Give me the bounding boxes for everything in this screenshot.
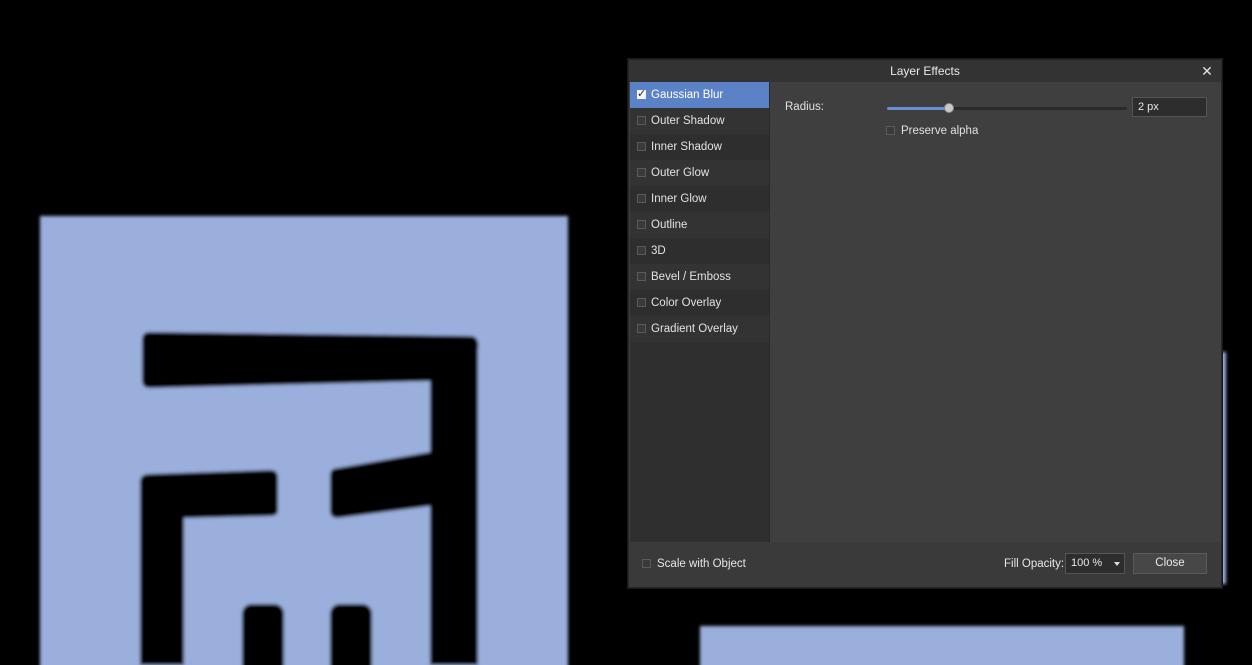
radius-slider[interactable]	[887, 103, 1127, 113]
effect-label: Gaussian Blur	[651, 89, 724, 101]
effect-label: Inner Shadow	[651, 141, 722, 153]
dialog-footer: Scale with Object Fill Opacity: 100 % Cl…	[629, 542, 1221, 587]
fill-opacity-label: Fill Opacity:	[1004, 558, 1065, 570]
effect-label: Gradient Overlay	[651, 323, 738, 335]
blue-tile-bottom	[700, 626, 1184, 665]
close-icon[interactable]: ✕	[1199, 63, 1215, 79]
checkbox-inner-glow[interactable]	[637, 194, 646, 203]
checkbox-outline[interactable]	[637, 220, 646, 229]
effect-label: 3D	[651, 245, 666, 257]
effect-item-color-overlay[interactable]: Color Overlay	[630, 290, 769, 316]
preserve-alpha-label: Preserve alpha	[901, 125, 979, 137]
checkbox-inner-shadow[interactable]	[637, 142, 646, 151]
radius-slider-fill	[887, 107, 950, 110]
dialog-titlebar[interactable]: Layer Effects ✕	[629, 60, 1221, 82]
effect-item-outer-shadow[interactable]: Outer Shadow	[630, 108, 769, 134]
effect-label: Outer Glow	[651, 167, 710, 179]
effect-item-inner-shadow[interactable]: Inner Shadow	[630, 134, 769, 160]
layer-effects-dialog: Layer Effects ✕ ✓ Gaussian Blur Outer Sh…	[628, 59, 1222, 588]
effect-label: Color Overlay	[651, 297, 722, 309]
effect-label: Outer Shadow	[651, 115, 725, 127]
effects-list: ✓ Gaussian Blur Outer Shadow Inner Shado…	[630, 82, 770, 542]
checkmark-icon: ✓	[637, 88, 647, 100]
checkbox-scale-with-object[interactable]	[642, 559, 651, 568]
checkbox-outer-shadow[interactable]	[637, 116, 646, 125]
scale-with-object-label: Scale with Object	[657, 558, 746, 570]
scale-with-object-option[interactable]: Scale with Object	[642, 557, 746, 571]
checkbox-preserve-alpha[interactable]	[886, 126, 895, 135]
close-button[interactable]: Close	[1133, 553, 1207, 574]
radius-input[interactable]: 2 px	[1132, 97, 1207, 117]
effect-item-gradient-overlay[interactable]: Gradient Overlay	[630, 316, 769, 342]
effect-label: Bevel / Emboss	[651, 271, 731, 283]
dialog-title: Layer Effects	[890, 64, 960, 78]
effect-item-3d[interactable]: 3D	[630, 238, 769, 264]
effect-item-outer-glow[interactable]: Outer Glow	[630, 160, 769, 186]
effect-item-bevel-emboss[interactable]: Bevel / Emboss	[630, 264, 769, 290]
checkbox-3d[interactable]	[637, 246, 646, 255]
radius-slider-thumb[interactable]	[944, 103, 955, 113]
fill-opacity-dropdown[interactable]: 100 %	[1065, 553, 1125, 574]
glyph-stroke-dot-left	[242, 604, 284, 665]
checkbox-gaussian-blur[interactable]: ✓	[637, 88, 647, 100]
preserve-alpha-option[interactable]: Preserve alpha	[886, 124, 978, 138]
glyph-stroke-right	[430, 352, 478, 665]
effect-settings-panel: Radius: 2 px Preserve alpha	[770, 82, 1221, 542]
glyph-stroke-dot-right	[330, 604, 372, 665]
glyph-stroke-top	[142, 332, 479, 388]
effect-item-gaussian-blur[interactable]: ✓ Gaussian Blur	[630, 82, 769, 108]
effect-item-inner-glow[interactable]: Inner Glow	[630, 186, 769, 212]
checkbox-outer-glow[interactable]	[637, 168, 646, 177]
effect-item-outline[interactable]: Outline	[630, 212, 769, 238]
blue-tile-left	[40, 216, 568, 665]
checkbox-gradient-overlay[interactable]	[637, 324, 646, 333]
checkbox-color-overlay[interactable]	[637, 298, 646, 307]
effect-label: Inner Glow	[651, 193, 707, 205]
fill-opacity-value: 100 %	[1071, 557, 1103, 569]
chevron-down-icon	[1114, 562, 1120, 566]
radius-label: Radius:	[785, 101, 824, 113]
effect-label: Outline	[651, 219, 688, 231]
checkbox-bevel-emboss[interactable]	[637, 272, 646, 281]
document-canvas[interactable]: Layer Effects ✕ ✓ Gaussian Blur Outer Sh…	[0, 0, 1252, 665]
